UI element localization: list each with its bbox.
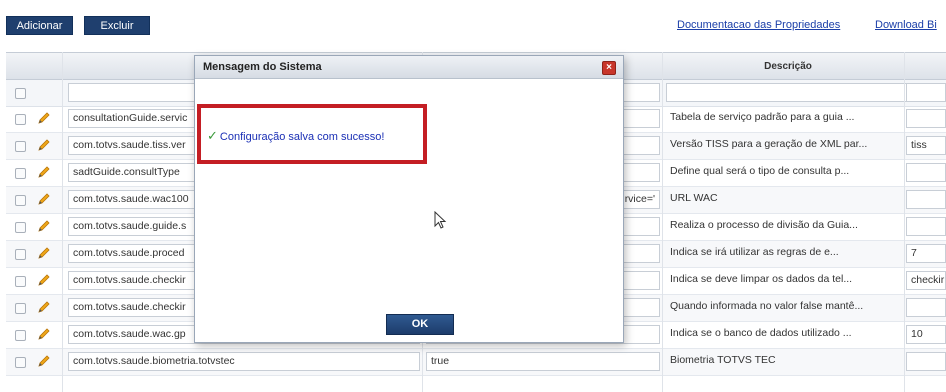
mouse-cursor-icon [434,211,447,229]
row-checkbox[interactable] [15,141,26,152]
row-checkbox[interactable] [15,114,26,125]
row-checkbox[interactable] [15,303,26,314]
property-description: Realiza o processo de divisão da Guia... [670,219,858,231]
property-description: Quando informada no valor false mantê... [670,300,864,312]
delete-button[interactable]: Excluir [84,16,150,35]
row-checkbox[interactable] [15,330,26,341]
system-message-dialog: Mensagem do Sistema × ✓ Configuração salv… [194,55,624,343]
property-extra-field[interactable] [906,163,946,182]
edit-pencil-icon[interactable] [37,300,51,314]
property-extra-field[interactable] [906,217,946,236]
edit-pencil-icon[interactable] [37,219,51,233]
row-checkbox[interactable] [15,195,26,206]
property-extra-field[interactable] [906,190,946,209]
column-divider [904,52,905,392]
properties-docs-link[interactable]: Documentacao das Propriedades [677,19,840,31]
property-extra-field[interactable]: 7 [906,244,946,263]
row-checkbox[interactable] [15,222,26,233]
property-description: Indica se irá utilizar as regras de e... [670,246,839,258]
column-header-description[interactable]: Descrição [668,61,908,72]
success-message: ✓ Configuração salva com sucesso! [207,128,384,144]
edit-pencil-icon[interactable] [37,246,51,260]
edit-pencil-icon[interactable] [37,327,51,341]
property-extra-field[interactable] [906,352,946,371]
property-extra-field[interactable]: 10 [906,325,946,344]
row-checkbox[interactable] [15,168,26,179]
property-extra-field[interactable]: tiss [906,136,946,155]
property-extra-field[interactable]: checkir [906,271,946,290]
filter-description-input[interactable] [666,83,908,102]
filter-extra-input[interactable] [906,83,946,102]
dialog-title: Mensagem do Sistema [203,61,322,73]
property-extra-field[interactable] [906,298,946,317]
property-description: Biometria TOTVS TEC [670,354,776,366]
edit-pencil-icon[interactable] [37,165,51,179]
table-row[interactable]: com.totvs.saude.biometria.totvstec true Bi… [6,349,946,376]
edit-pencil-icon[interactable] [37,138,51,152]
dialog-titlebar: Mensagem do Sistema × [195,56,623,79]
property-description: Indica se deve limpar os dados da tel... [670,273,853,285]
success-message-text: Configuração salva com sucesso! [219,131,385,143]
row-checkbox[interactable] [15,276,26,287]
edit-pencil-icon[interactable] [37,111,51,125]
property-name-field[interactable]: com.totvs.saude.biometria.totvstec [68,352,420,371]
property-description: Define qual será o tipo de consulta p... [670,165,850,177]
property-description: Tabela de serviço padrão para a guia ... [670,111,855,123]
select-all-checkbox[interactable] [15,88,26,99]
column-divider [62,52,63,392]
row-checkbox[interactable] [15,357,26,368]
column-divider [662,52,663,392]
add-button[interactable]: Adicionar [6,16,73,35]
property-description: Versão TISS para a geração de XML par... [670,138,868,150]
property-extra-field[interactable] [906,109,946,128]
close-icon[interactable]: × [602,61,616,75]
edit-pencil-icon[interactable] [37,273,51,287]
property-description: URL WAC [670,192,718,204]
edit-pencil-icon[interactable] [37,192,51,206]
property-value-field[interactable]: true [426,352,660,371]
row-checkbox[interactable] [15,249,26,260]
download-link[interactable]: Download Bi [875,19,937,31]
checkmark-icon: ✓ [207,128,218,143]
property-description: Indica se o banco de dados utilizado ... [670,327,852,339]
edit-pencil-icon[interactable] [37,354,51,368]
ok-button[interactable]: OK [386,314,454,335]
